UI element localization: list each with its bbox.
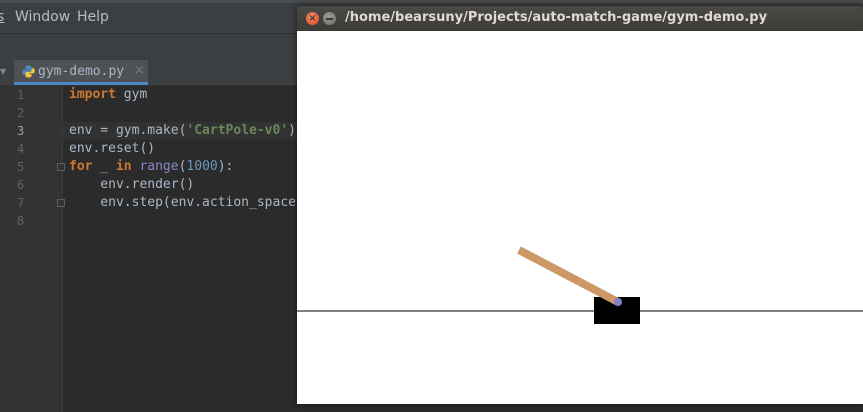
line-number: 3 [17,124,25,138]
line-number: 7 [17,196,25,210]
fold-open-icon[interactable] [57,163,65,171]
code-text: env = gym.make( [69,123,187,138]
code-text: ) [288,123,296,138]
builtin: range [139,159,179,174]
tab-label: gym-demo.py [38,64,125,79]
line-number: 8 [17,214,25,228]
code-line-6: env.render() [69,177,195,192]
keyword: import [69,87,116,102]
menu-item-partial[interactable]: s [0,9,4,25]
keyword: in [115,159,132,174]
window-titlebar[interactable]: × /home/bearsuny/Projects/auto-match-gam… [297,6,863,31]
tab-overflow-icon[interactable]: ▾ [0,64,6,78]
line-number: 1 [17,88,25,102]
axle [614,298,622,306]
line-number: 6 [17,178,25,192]
render-canvas [297,31,863,404]
number-literal: 1000 [186,159,218,174]
line-number: 5 [17,160,25,174]
close-button[interactable]: × [306,12,319,25]
tab-close-icon[interactable]: × [134,63,145,78]
code-text: gym [115,87,148,102]
window-top-edge [0,0,863,3]
cartpole-scene [297,246,863,324]
menu-item-window[interactable]: Window [15,9,70,25]
line-number-gutter: 1 2 3 4 5 6 7 8 [0,86,65,412]
line-number: 4 [17,142,25,156]
code-line-3: env = gym.make('CartPole-v0') [69,122,296,140]
minimize-button[interactable] [323,12,336,25]
minimize-icon [326,18,333,20]
code-line-4: env.reset() [69,141,156,156]
code-text: ): [217,159,234,174]
fold-close-icon[interactable] [57,199,65,207]
window-title: /home/bearsuny/Projects/auto-match-game/… [345,10,768,25]
pole [517,246,620,306]
tab-gym-demo[interactable]: gym-demo.py × [14,60,148,85]
line-number: 2 [17,106,25,120]
code-line-1: import gym [69,86,147,104]
code-text: _ [92,159,116,174]
code-line-5: for _ in range(1000): [69,158,233,176]
close-icon: × [308,13,317,24]
gym-render-window[interactable]: × /home/bearsuny/Projects/auto-match-gam… [297,6,863,404]
python-file-icon [22,65,35,78]
keyword: for [69,159,93,174]
string-literal: 'CartPole-v0' [186,123,289,138]
menu-item-help[interactable]: Help [77,9,109,25]
